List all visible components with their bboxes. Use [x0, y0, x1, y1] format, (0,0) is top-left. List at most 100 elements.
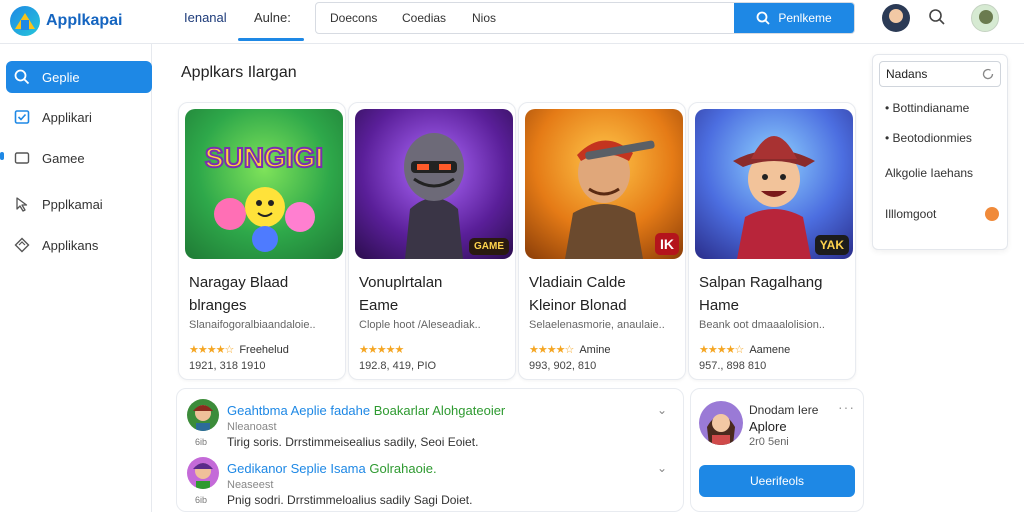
item-subtitle: Nleanoast — [227, 421, 277, 433]
app-description: Beank oot dmaaalolision.. — [699, 319, 825, 331]
panel-search-value: Nadans — [886, 67, 928, 81]
chevron-down-icon[interactable]: ⌄ — [657, 403, 667, 417]
app-name-line-2: Kleinor Blonad — [529, 297, 627, 314]
sidebar-item-label: Geplie — [42, 69, 80, 85]
sidebar-item-2[interactable]: Applikari — [6, 101, 152, 133]
search-icon — [14, 69, 30, 85]
panel-item-label: Illlomgoot — [885, 207, 937, 221]
app-description: Slanaifogoralbiaandaloie.. — [189, 319, 316, 331]
search-chip[interactable]: Coedias — [402, 11, 446, 25]
app-rating: ★★★★☆ Amine — [529, 343, 611, 357]
sidebar-item-1[interactable]: Geplie — [6, 61, 152, 93]
item-body: Tirig soris. Drrstimmeisealius sadily, S… — [227, 435, 479, 449]
star-rating-icon: ★★★★☆ — [699, 344, 744, 356]
app-name-line-2: Eame — [359, 297, 399, 314]
diamond-icon — [14, 237, 30, 253]
pointer-icon — [16, 197, 28, 212]
more-icon[interactable]: ··· — [838, 399, 855, 415]
profile-avatar[interactable] — [971, 4, 999, 32]
sidebar-item-5[interactable]: Applikans — [6, 229, 152, 261]
app-name: Vladiain Calde Kleinor Blonad — [529, 271, 679, 317]
app-name-line-1: Vladiain Calde — [529, 274, 626, 291]
activity-feed: 6ib Geahtbma Aeplie fadahe Boakarlar Alo… — [176, 388, 684, 512]
game-badge: GAME — [469, 238, 509, 255]
profile-card: Dnodam Iere Aplore 2r0 5eni ··· Ueerifeo… — [690, 388, 864, 512]
avatar — [187, 457, 219, 489]
app-card[interactable]: IK Vladiain Calde Kleinor Blonad Selaele… — [518, 102, 686, 380]
app-name: Salpan Ragalhang Hame — [699, 271, 849, 317]
art-title: SUNGIGI — [205, 142, 323, 173]
list-item[interactable]: 6ib Geahtbma Aeplie fadahe Boakarlar Alo… — [187, 397, 677, 455]
profile-action-button[interactable]: Ueerifeols — [699, 465, 855, 497]
app-card[interactable]: GAME Vonuplrtalan Eame Clople hoot /Ales… — [348, 102, 516, 380]
search-button-label: Penlkeme — [778, 11, 832, 25]
app-card[interactable]: SUNGIGI Naragay Blaad blranges Slanaifog… — [178, 102, 346, 380]
game-badge: IK — [655, 233, 679, 255]
filter-panel: Nadans • Bottindianame • Beotodionmies A… — [872, 54, 1008, 250]
chevron-down-icon[interactable]: ⌄ — [657, 461, 667, 475]
panel-item[interactable]: Illlomgoot — [885, 207, 999, 221]
sidebar-item-label: Applikans — [42, 237, 99, 253]
headline-part-1: Geahtbma Aeplie fadahe — [227, 403, 371, 418]
app-title: Applkapai — [46, 12, 123, 29]
emoji-icon — [985, 207, 999, 221]
headline-part-1: Gedikanor Seplie Isama — [227, 461, 366, 476]
sidebar-item-label: Gamee — [42, 150, 85, 166]
game-badge: YAK — [814, 235, 849, 255]
top-bar: Applkapai Ienanal Aulne: Doecons Coedias… — [0, 0, 1024, 44]
sidebar-item-label: Applikari — [42, 109, 92, 125]
app-name-line-1: Naragay Blaad — [189, 274, 289, 291]
app-window-icon — [14, 110, 30, 124]
search-icon[interactable] — [928, 8, 946, 26]
item-body: Pnig sodri. Drrstimmeloalius sadily Sagi… — [227, 493, 473, 507]
search-button[interactable]: Penlkeme — [734, 3, 854, 33]
tab-1[interactable]: Ienanal — [184, 10, 227, 25]
app-stats: 957., 898 810 — [699, 360, 767, 372]
panel-item[interactable]: • Beotodionmies — [885, 131, 972, 145]
app-thumbnail: SUNGIGI — [185, 109, 343, 259]
user-avatar[interactable] — [882, 4, 910, 32]
profile-name: Dnodam Iere — [749, 403, 819, 417]
headline-part-2: Golrahaoie. — [369, 461, 437, 476]
star-rating-icon: ★★★★☆ — [189, 344, 234, 356]
rating-label: Amine — [579, 343, 611, 356]
gamepad-icon — [14, 152, 30, 164]
sidebar-item-4[interactable]: Ppplkamai — [6, 188, 152, 220]
avatar — [699, 401, 743, 445]
avatar — [187, 399, 219, 431]
app-card[interactable]: YAK Salpan Ragalhang Hame Beank oot dmaa… — [688, 102, 856, 380]
list-item[interactable]: 6ib Gedikanor Seplie Isama Golrahaoie. N… — [187, 455, 677, 512]
app-description: Clople hoot /Aleseadiak.. — [359, 319, 481, 331]
refresh-icon[interactable] — [981, 67, 995, 81]
panel-item[interactable]: Alkgolie Iaehans — [885, 166, 973, 180]
app-description: Selaelenasmorie, anaulaie.. — [529, 319, 665, 331]
panel-item[interactable]: • Bottindianame — [885, 101, 969, 115]
item-subtitle: Neaseest — [227, 479, 274, 491]
app-stats: 192.8, 419, PIO — [359, 360, 437, 372]
section-title: Applkars Ilargan — [181, 64, 297, 81]
app-name: Vonuplrtalan Eame — [359, 271, 509, 317]
app-stats: 993, 902, 810 — [529, 360, 597, 372]
sidebar-item-3[interactable]: Gamee — [6, 142, 152, 174]
tab-2[interactable]: Aulne: — [254, 10, 291, 25]
app-thumbnail: GAME — [355, 109, 513, 259]
app-name-line-1: Vonuplrtalan — [359, 274, 443, 291]
sidebar-item-label: Ppplkamai — [42, 196, 103, 212]
active-indicator — [0, 152, 4, 160]
profile-meta: 2r0 5eni — [749, 436, 789, 448]
item-meta: 6ib — [195, 495, 208, 505]
app-logo[interactable]: Applkapai — [10, 6, 122, 36]
panel-search-input[interactable]: Nadans — [879, 61, 1001, 87]
sidebar: Geplie Applikari Gamee Ppplkamai Applika… — [0, 44, 152, 512]
search-bar[interactable]: Doecons Coedias Nios Penlkeme — [315, 2, 855, 34]
star-rating-icon: ★★★★★ — [359, 344, 404, 356]
search-chip[interactable]: Doecons — [330, 11, 377, 25]
app-rating: ★★★★★ — [359, 343, 409, 356]
search-chip[interactable]: Nios — [472, 11, 496, 25]
app-name-line-2: Hame — [699, 297, 740, 314]
app-name-line-2: blranges — [189, 297, 247, 314]
profile-title: Aplore — [749, 419, 787, 434]
headline-part-2: Boakarlar Alohgateoier — [373, 403, 506, 418]
item-headline: Gedikanor Seplie Isama Golrahaoie. — [227, 461, 437, 476]
item-headline: Geahtbma Aeplie fadahe Boakarlar Alohgat… — [227, 403, 505, 418]
